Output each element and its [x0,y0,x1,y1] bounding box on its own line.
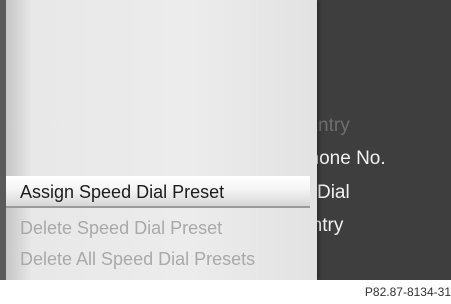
display-screen: tails lete ve Entry d Phone No. eed Dial… [0,0,451,280]
delete-all-speed-dial-presets-item[interactable]: Delete All Speed Dial Presets [6,243,310,275]
speed-dial-submenu: Assign Speed Dial Preset Delete Speed Di… [0,0,317,280]
delete-speed-dial-preset-item[interactable]: Delete Speed Dial Preset [6,212,310,244]
figure-footer: P82.87-8134-31 [0,280,451,304]
assign-speed-dial-preset-item[interactable]: Assign Speed Dial Preset [6,176,310,208]
figure-reference-code: P82.87-8134-31 [364,285,451,299]
